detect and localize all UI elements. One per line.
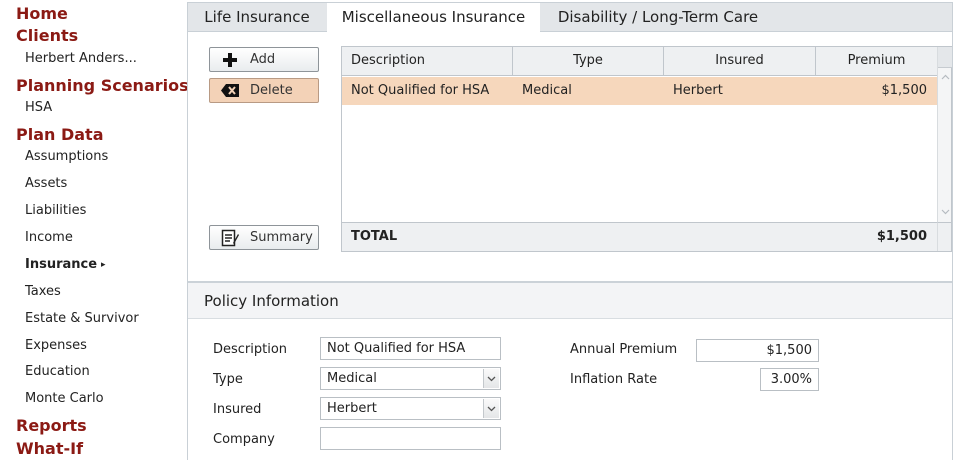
delete-button[interactable]: Delete bbox=[209, 78, 319, 103]
nav-client-name[interactable]: Herbert Anders... bbox=[25, 51, 137, 66]
delete-button-label: Delete bbox=[250, 83, 293, 98]
total-label: TOTAL bbox=[351, 229, 398, 244]
type-select-value: Medical bbox=[327, 371, 377, 386]
insured-label: Insured bbox=[213, 402, 262, 417]
table-header: Description Type Insured Premium bbox=[342, 47, 937, 76]
insured-select[interactable]: Herbert bbox=[320, 397, 501, 420]
sidebar-item-expenses[interactable]: Expenses bbox=[25, 338, 87, 353]
annual-premium-label: Annual Premium bbox=[570, 342, 678, 357]
sidebar-item-insurance-label: Insurance bbox=[25, 257, 98, 272]
policy-section-header: Policy Information bbox=[188, 281, 952, 319]
column-header-description[interactable]: Description bbox=[342, 47, 513, 75]
company-label: Company bbox=[213, 432, 275, 447]
caret-right-icon: ▸ bbox=[101, 260, 106, 270]
tab-bar: Life Insurance Miscellaneous Insurance D… bbox=[188, 3, 952, 33]
add-button[interactable]: Add bbox=[209, 47, 319, 72]
type-label: Type bbox=[213, 372, 243, 387]
inflation-rate-field[interactable]: 3.00% bbox=[760, 368, 819, 391]
description-field[interactable]: Not Qualified for HSA bbox=[320, 337, 501, 360]
sidebar-item-assumptions[interactable]: Assumptions bbox=[25, 149, 108, 164]
inflation-rate-label: Inflation Rate bbox=[570, 372, 658, 387]
summary-icon bbox=[220, 229, 240, 246]
nav-scenario-hsa[interactable]: HSA bbox=[25, 100, 52, 115]
nav-clients[interactable]: Clients bbox=[16, 26, 78, 45]
sidebar: Home Clients Herbert Anders... Planning … bbox=[0, 0, 189, 460]
insurance-table: Description Type Insured Premium Not Qua… bbox=[341, 46, 952, 252]
cell-description: Not Qualified for HSA bbox=[351, 83, 490, 98]
description-label: Description bbox=[213, 342, 288, 357]
sidebar-item-monte-carlo[interactable]: Monte Carlo bbox=[25, 391, 104, 406]
nav-plan-data[interactable]: Plan Data bbox=[16, 125, 104, 144]
summary-button-label: Summary bbox=[250, 230, 313, 245]
tab-miscellaneous-insurance[interactable]: Miscellaneous Insurance bbox=[327, 3, 540, 33]
sidebar-item-taxes[interactable]: Taxes bbox=[25, 284, 61, 299]
summary-button[interactable]: Summary bbox=[209, 225, 319, 250]
cell-type: Medical bbox=[522, 83, 572, 98]
cell-insured: Herbert bbox=[673, 83, 723, 98]
sidebar-item-insurance[interactable]: Insurance ▸ bbox=[25, 257, 106, 272]
sidebar-item-liabilities[interactable]: Liabilities bbox=[25, 203, 86, 218]
column-header-insured[interactable]: Insured bbox=[664, 47, 816, 75]
company-field[interactable] bbox=[320, 427, 501, 450]
add-button-label: Add bbox=[250, 52, 276, 67]
chevron-down-icon[interactable] bbox=[938, 205, 952, 219]
column-header-premium[interactable]: Premium bbox=[816, 47, 937, 75]
sidebar-item-assets[interactable]: Assets bbox=[25, 176, 67, 191]
scrollbar-header-cap bbox=[938, 47, 952, 68]
sidebar-item-estate-survivor[interactable]: Estate & Survivor bbox=[25, 311, 139, 326]
table-total-row: TOTAL $1,500 bbox=[342, 222, 937, 251]
chevron-down-icon[interactable] bbox=[483, 369, 499, 388]
sidebar-item-income[interactable]: Income bbox=[25, 230, 73, 245]
sidebar-item-education[interactable]: Education bbox=[25, 364, 90, 379]
nav-home[interactable]: Home bbox=[16, 4, 68, 23]
type-select[interactable]: Medical bbox=[320, 367, 501, 390]
tab-life-insurance[interactable]: Life Insurance bbox=[188, 3, 326, 32]
tab-disability-long-term-care[interactable]: Disability / Long-Term Care bbox=[540, 3, 776, 32]
nav-planning-scenarios[interactable]: Planning Scenarios bbox=[16, 76, 189, 95]
backspace-icon bbox=[220, 83, 240, 99]
main-panel: Life Insurance Miscellaneous Insurance D… bbox=[187, 2, 953, 460]
plus-icon bbox=[220, 52, 240, 68]
insured-select-value: Herbert bbox=[327, 401, 377, 416]
annual-premium-field[interactable]: $1,500 bbox=[696, 339, 819, 362]
chevron-up-icon[interactable] bbox=[938, 70, 952, 84]
policy-section-title: Policy Information bbox=[204, 292, 339, 310]
nav-reports[interactable]: Reports bbox=[16, 416, 87, 435]
table-row[interactable]: Not Qualified for HSA Medical Herbert $1… bbox=[342, 77, 937, 105]
column-header-type[interactable]: Type bbox=[513, 47, 664, 75]
vertical-scrollbar[interactable] bbox=[937, 47, 952, 222]
cell-premium: $1,500 bbox=[881, 83, 928, 98]
chevron-down-icon[interactable] bbox=[483, 399, 499, 418]
total-value: $1,500 bbox=[876, 229, 927, 244]
scrollbar-footer-cap bbox=[937, 222, 951, 251]
nav-what-if[interactable]: What-If bbox=[16, 439, 83, 458]
